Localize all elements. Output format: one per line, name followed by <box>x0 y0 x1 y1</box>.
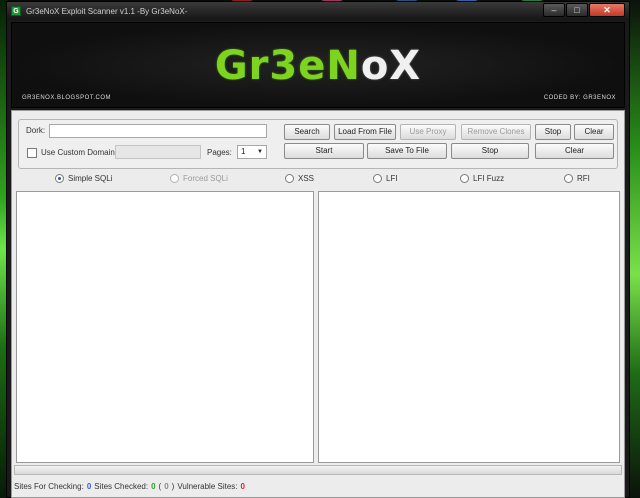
pages-select-value: 1 <box>241 147 246 156</box>
radio-label: LFI <box>386 174 398 183</box>
radio-lfi[interactable]: LFI <box>373 174 398 183</box>
app-banner: Gr3eNoX GR3ENOX.BLOGSPOT.COM CODED BY: G… <box>11 22 625 108</box>
chevron-down-icon: ▼ <box>257 149 263 155</box>
use-proxy-button[interactable]: Use Proxy <box>400 124 456 140</box>
scan-mode-selector: Simple SQLi Forced SQLi XSS LFI LFI Fuzz… <box>18 173 618 187</box>
title-bar[interactable]: G Gr3eNoX Exploit Scanner v1.1 -By Gr3eN… <box>7 2 629 20</box>
logo-text-white: oX <box>360 43 422 89</box>
close-button[interactable]: ✕ <box>589 3 625 17</box>
radio-label: XSS <box>298 174 315 183</box>
load-from-file-button[interactable]: Load From File <box>334 124 396 140</box>
search-button[interactable]: Search <box>284 124 330 140</box>
logo-text-green: Gr3eN <box>214 43 361 89</box>
radio-dot <box>564 174 573 183</box>
app-window: G Gr3eNoX Exploit Scanner v1.1 -By Gr3eN… <box>6 1 630 498</box>
radio-dot <box>460 174 469 183</box>
radio-dot <box>285 174 294 183</box>
window-controls: – □ ✕ <box>543 3 625 17</box>
dork-label: Dork: <box>26 126 46 135</box>
custom-domain-label: Use Custom Domain: <box>41 148 118 157</box>
scan-progress-bar <box>14 465 622 475</box>
minimize-button[interactable]: – <box>543 3 565 17</box>
maximize-button[interactable]: □ <box>566 3 588 17</box>
sites-checked-extra-count: 0 <box>164 481 169 491</box>
radio-dot <box>373 174 382 183</box>
app-logo: Gr3eNoX <box>12 43 624 89</box>
radio-dot <box>170 174 179 183</box>
radio-rfi[interactable]: RFI <box>564 174 590 183</box>
dork-input[interactable] <box>49 124 267 138</box>
custom-domain-checkbox[interactable] <box>27 148 37 158</box>
status-bar: Sites For Checking: 0 Sites Checked: 0 (… <box>12 477 624 495</box>
radio-simple-sqli[interactable]: Simple SQLi <box>55 174 112 183</box>
pages-label: Pages: <box>207 148 232 157</box>
stop-button-bottom[interactable]: Stop <box>451 143 529 159</box>
paren-close: ) <box>171 481 175 491</box>
stop-button-top[interactable]: Stop <box>535 124 571 140</box>
sites-checked-count: 0 <box>151 481 156 491</box>
sites-for-checking-count: 0 <box>86 481 92 491</box>
remove-clones-button[interactable]: Remove Clones <box>461 124 531 140</box>
clear-button-bottom[interactable]: Clear <box>535 143 614 159</box>
radio-label: Forced SQLi <box>183 174 228 183</box>
main-panel: Dork: Use Custom Domain: Pages: 1 ▼ Sear… <box>11 110 625 498</box>
radio-label: LFI Fuzz <box>473 174 505 183</box>
radio-dot <box>55 174 64 183</box>
author-credit: CODED BY: GR3ENOX <box>543 95 616 101</box>
custom-domain-input[interactable] <box>115 145 201 159</box>
vulnerable-sites-label: Vulnerable Sites: <box>177 481 238 491</box>
window-title: Gr3eNoX Exploit Scanner v1.1 -By Gr3eNoX… <box>26 6 188 16</box>
sites-for-checking-label: Sites For Checking: <box>14 481 84 491</box>
app-icon: G <box>11 6 21 16</box>
radio-label: Simple SQLi <box>68 174 113 183</box>
save-to-file-button[interactable]: Save To File <box>367 143 447 159</box>
radio-forced-sqli[interactable]: Forced SQLi <box>170 174 228 183</box>
radio-label: RFI <box>577 174 590 183</box>
vulnerable-sites-count: 0 <box>240 481 245 491</box>
radio-lfi-fuzz[interactable]: LFI Fuzz <box>460 174 504 183</box>
vulnerable-sites-pane[interactable] <box>318 191 620 463</box>
search-controls-panel: Dork: Use Custom Domain: Pages: 1 ▼ Sear… <box>18 119 618 169</box>
start-button[interactable]: Start <box>284 143 364 159</box>
blog-url: GR3ENOX.BLOGSPOT.COM <box>22 95 112 101</box>
clear-button-top[interactable]: Clear <box>574 124 614 140</box>
radio-xss[interactable]: XSS <box>285 174 314 183</box>
paren-open: ( <box>158 481 162 491</box>
sites-list-pane[interactable] <box>16 191 314 463</box>
pages-select[interactable]: 1 ▼ <box>237 145 267 159</box>
sites-checked-label: Sites Checked: <box>94 481 149 491</box>
